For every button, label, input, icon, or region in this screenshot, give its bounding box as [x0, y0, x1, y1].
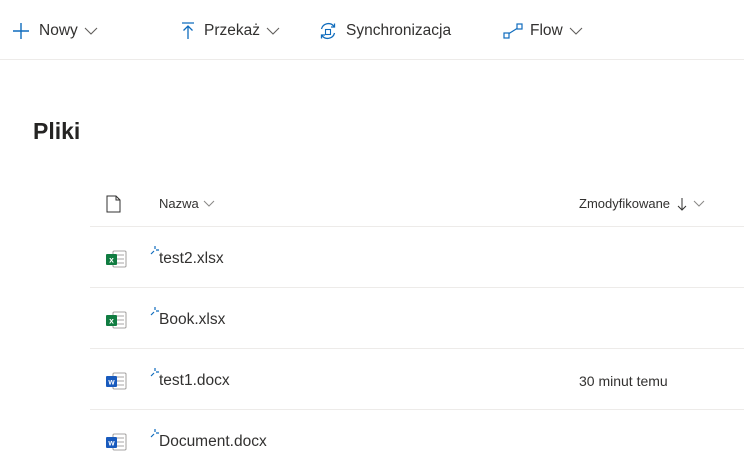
sync-button-label: Synchronizacja [346, 22, 452, 39]
flow-button-label: Flow [530, 22, 563, 39]
file-name-link[interactable]: test1.docx [159, 372, 230, 390]
column-header-modified[interactable]: Zmodyfikowane [579, 196, 705, 211]
chevron-down-icon [266, 27, 280, 35]
upload-button-label: Przekaż [204, 22, 260, 39]
page-title: Pliki [33, 118, 81, 144]
list-row[interactable]: w Document.docx [90, 411, 744, 462]
file-name-link[interactable]: Document.docx [159, 433, 267, 451]
column-header-name-label: Nazwa [159, 196, 199, 211]
upload-icon [182, 22, 194, 39]
flow-icon [503, 23, 523, 39]
sync-button[interactable]: Synchronizacja [318, 14, 451, 48]
chevron-down-icon [203, 200, 215, 207]
sort-descending-icon [677, 197, 687, 211]
new-button[interactable]: Nowy [12, 14, 98, 48]
sync-icon [320, 22, 336, 40]
svg-text:w: w [107, 439, 115, 448]
list-row[interactable]: x Book.xlsx [90, 289, 744, 349]
modified-time: 30 minut temu [579, 373, 668, 389]
svg-text:x: x [109, 255, 114, 265]
word-icon: w [106, 433, 127, 451]
file-type-icon[interactable] [106, 195, 121, 213]
file-name-link[interactable]: test2.xlsx [159, 250, 224, 268]
svg-text:w: w [107, 378, 115, 387]
chevron-down-icon [693, 200, 705, 207]
flow-button[interactable]: Flow [503, 14, 583, 48]
svg-text:x: x [109, 316, 114, 326]
list-header: Nazwa Zmodyfikowane [90, 180, 744, 227]
chevron-down-icon [569, 27, 583, 35]
list-row[interactable]: w test1.docx 30 minut temu [90, 350, 744, 410]
column-header-modified-label: Zmodyfikowane [579, 196, 671, 211]
command-bar: Nowy Przekaż Synchronizacja Flow [0, 0, 744, 60]
word-icon: w [106, 372, 127, 390]
column-header-name[interactable]: Nazwa [159, 196, 215, 211]
list-row[interactable]: x test2.xlsx [90, 228, 744, 288]
file-name-link[interactable]: Book.xlsx [159, 311, 225, 329]
new-button-label: Nowy [39, 22, 78, 39]
excel-icon: x [106, 311, 127, 329]
excel-icon: x [106, 250, 127, 268]
upload-button[interactable]: Przekaż [181, 14, 280, 48]
chevron-down-icon [84, 27, 98, 35]
plus-icon [13, 23, 29, 39]
